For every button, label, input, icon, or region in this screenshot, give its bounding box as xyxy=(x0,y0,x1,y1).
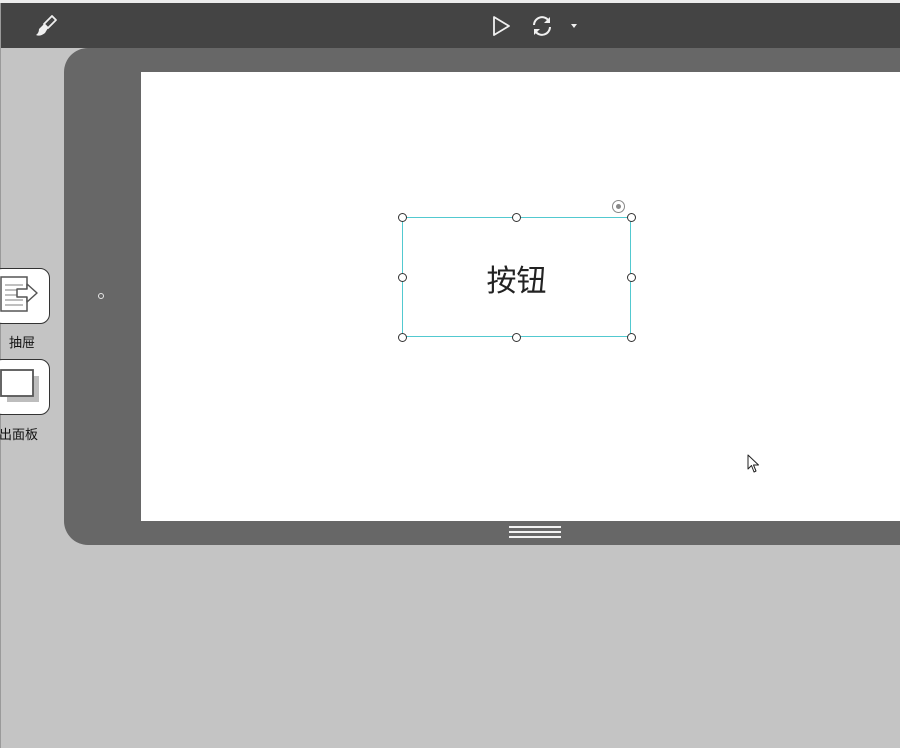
drawer-label: 抽屉 xyxy=(9,336,36,351)
resize-handle-left[interactable] xyxy=(397,272,407,282)
brush-icon[interactable] xyxy=(33,13,59,39)
top-toolbar xyxy=(1,3,900,48)
component-drawer[interactable] xyxy=(0,268,50,324)
mouse-cursor-icon xyxy=(747,454,759,473)
play-icon[interactable] xyxy=(490,15,512,37)
resize-handle-right[interactable] xyxy=(626,272,636,282)
resize-handle-top-right[interactable] xyxy=(626,212,636,222)
resize-handle-bottom-right[interactable] xyxy=(626,332,636,342)
chevron-down-icon[interactable] xyxy=(568,21,580,31)
tablet-camera-dot xyxy=(98,293,104,299)
drawer-icon xyxy=(0,276,38,312)
button-widget[interactable]: 按钮 xyxy=(402,217,631,337)
rotate-handle[interactable] xyxy=(612,200,625,213)
popup-panel-icon xyxy=(0,369,39,402)
refresh-icon[interactable] xyxy=(529,13,555,39)
resize-handle-bottom-left[interactable] xyxy=(397,332,407,342)
resize-handle-top[interactable] xyxy=(512,212,521,222)
resize-handle-bottom[interactable] xyxy=(512,332,521,342)
resize-handle-top-left[interactable] xyxy=(397,212,407,222)
popup-panel-label: 弹出面板 xyxy=(0,428,39,443)
button-widget-label: 按钮 xyxy=(486,264,547,299)
component-popup-panel[interactable] xyxy=(0,359,50,415)
home-indicator-icon xyxy=(509,526,561,542)
